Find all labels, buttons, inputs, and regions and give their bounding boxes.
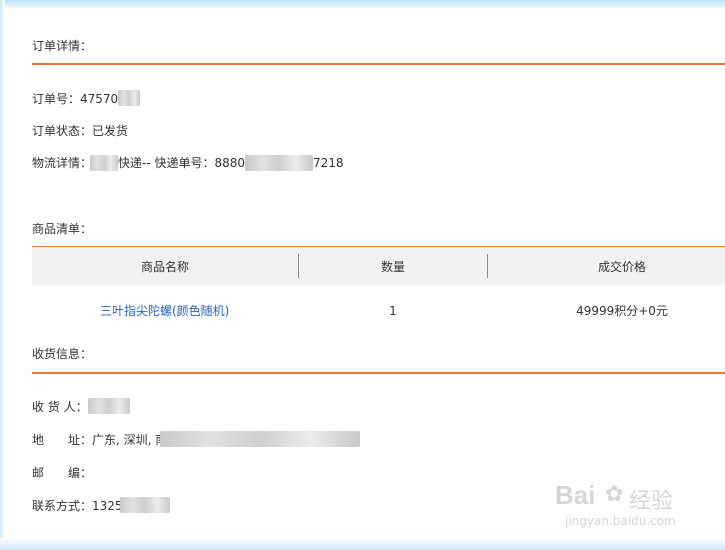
product-quantity: 1 — [389, 304, 397, 318]
contact-row: 联系方式：1325 — [32, 498, 123, 514]
receiver-section-title: 收货信息： — [32, 347, 93, 361]
order-number-row: 订单号：47570 — [32, 91, 118, 107]
watermark-brand-tail: 经验 — [629, 489, 674, 514]
paw-icon: ✿ — [605, 482, 624, 507]
order-detail-panel: 订单详情： 订单号：47570 订单状态：已发货 物流详情： 快递-- 快递单号… — [18, 9, 725, 538]
product-price: 49999积分+0元 — [576, 304, 668, 318]
logistics-tracking-row: 快递-- 快递单号：8880 — [118, 155, 245, 171]
window-top-border — [0, 0, 725, 9]
watermark-url: jingyan.baidu.com — [565, 514, 676, 528]
order-section-divider — [32, 63, 725, 65]
goods-table-header: 商品名称 数量 成交价格 — [32, 247, 725, 285]
order-status-value: 已发货 — [92, 124, 129, 138]
receiver-section-divider — [32, 372, 725, 374]
tracking-number-suffix[interactable]: 7218 — [313, 155, 344, 171]
logistics-label: 物流详情： — [32, 156, 93, 170]
redacted-courier-name — [90, 155, 118, 171]
address-label-char-2: 址： — [68, 433, 93, 447]
column-header-qty: 数量 — [380, 260, 405, 274]
goods-section-title: 商品清单： — [32, 222, 93, 236]
redacted-tracking-number — [245, 155, 313, 171]
tracking-number-prefix[interactable]: 8880 — [214, 156, 245, 170]
contact-value: 1325 — [92, 499, 123, 513]
redacted-order-number — [118, 90, 140, 106]
window-bottom-border — [0, 538, 725, 550]
redacted-phone — [120, 497, 170, 513]
contact-label: 联系方式： — [32, 499, 93, 513]
logistics-courier-suffix: 快递-- 快递单号： — [118, 156, 215, 170]
order-number-label: 订单号： — [32, 92, 81, 106]
address-label-char-1: 地 — [32, 433, 45, 447]
product-name-link[interactable]: 三叶指尖陀螺(颜色随机) — [100, 303, 229, 319]
order-status-row: 订单状态：已发货 — [32, 123, 128, 139]
postcode-label-char-1: 邮 — [32, 466, 45, 480]
address-value: 广东, 深圳, 南 — [92, 433, 168, 447]
redacted-address — [160, 431, 360, 447]
receiver-name-label: 收 货 人： — [32, 400, 88, 414]
order-section-title: 订单详情： — [32, 39, 93, 53]
column-header-name: 商品名称 — [140, 260, 189, 274]
column-header-price: 成交价格 — [597, 260, 646, 274]
window-left-border — [0, 0, 5, 550]
redacted-receiver-name — [88, 398, 130, 414]
baidu-jingyan-watermark: Bai ✿ 经验 jingyan.baidu.com — [545, 480, 705, 538]
order-number-value[interactable]: 47570 — [80, 92, 118, 106]
watermark-brand: Bai — [555, 480, 596, 510]
postcode-label-char-2: 编： — [68, 466, 93, 480]
order-status-label: 订单状态： — [32, 124, 93, 138]
